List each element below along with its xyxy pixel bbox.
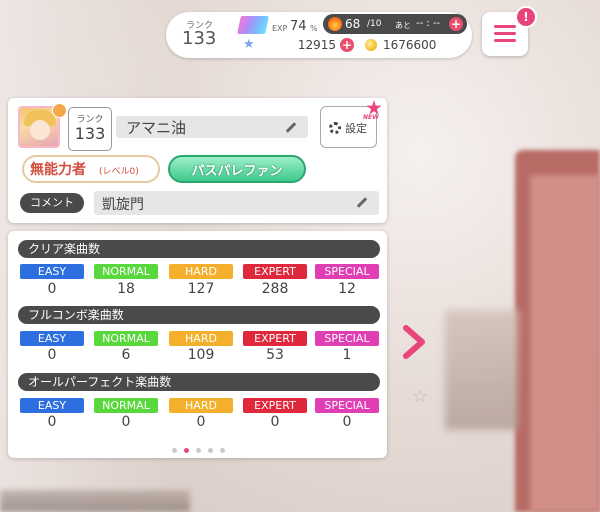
settings-label: 設定 [345, 122, 367, 135]
difficulty-hard: HARD [169, 398, 233, 413]
exp-unit: % [310, 24, 318, 33]
fc-normal-value: 6 [121, 347, 131, 363]
fc-expert-value: 53 [266, 347, 284, 363]
difficulty-special: SPECIAL [315, 398, 379, 413]
page-dot-4[interactable] [208, 448, 213, 453]
page-dot-5[interactable] [220, 448, 225, 453]
live-boost-max: /10 [367, 19, 382, 29]
fc-special-value: 1 [342, 347, 352, 363]
clear-normal-value: 18 [117, 281, 135, 297]
comment-label: コメント [20, 193, 84, 213]
menu-alert-badge: ! [515, 6, 537, 28]
profile-rank-value: 133 [74, 124, 106, 143]
live-boost-plus-button[interactable]: + [449, 17, 463, 31]
ap-normal-value: 0 [121, 414, 131, 430]
clear-expert-value: 288 [261, 281, 289, 297]
live-boost-timer: -- : -- [416, 18, 441, 29]
fc-hard-value: 109 [187, 347, 215, 363]
star-gem-plus-button[interactable]: + [340, 38, 354, 52]
difficulty-expert: EXPERT [243, 398, 307, 413]
clear-easy-value: 0 [47, 281, 57, 297]
coin-value: 1676600 [383, 38, 437, 52]
difficulty-easy: EASY [20, 331, 84, 346]
page-dot-1[interactable] [172, 448, 177, 453]
difficulty-hard: HARD [169, 331, 233, 346]
exp-bar [237, 16, 269, 34]
ap-easy-value: 0 [47, 414, 57, 430]
fc-easy-value: 0 [47, 347, 57, 363]
difficulty-expert: EXPERT [243, 264, 307, 279]
ap-hard-value: 0 [196, 414, 206, 430]
difficulty-special: SPECIAL [315, 331, 379, 346]
new-badge-label: NEW [363, 114, 379, 121]
difficulty-easy: EASY [20, 398, 84, 413]
star-gem-icon: ★ [243, 37, 255, 52]
difficulty-special: SPECIAL [315, 264, 379, 279]
section-header-all-perfect: オールパーフェクト楽曲数 [18, 373, 380, 391]
coin-icon [365, 39, 377, 51]
page-dot-3[interactable] [196, 448, 201, 453]
ap-special-value: 0 [342, 414, 352, 430]
title-badge-main: 無能力者 [30, 162, 86, 178]
band-badge-label: パスパレファン [191, 164, 283, 179]
difficulty-expert: EXPERT [243, 331, 307, 346]
ap-expert-value: 0 [270, 414, 280, 430]
difficulty-normal: NORMAL [94, 264, 158, 279]
difficulty-hard: HARD [169, 264, 233, 279]
next-page-arrow-icon[interactable] [398, 322, 428, 362]
fire-icon [328, 17, 342, 31]
clear-special-value: 12 [338, 281, 356, 297]
clear-hard-value: 127 [187, 281, 215, 297]
section-header-clear: クリア楽曲数 [18, 240, 380, 258]
gear-icon [329, 122, 341, 134]
decorative-star-icon: ☆ [412, 386, 429, 407]
rank-value: 133 [182, 28, 217, 49]
title-badge-sub: (レベル0) [99, 167, 139, 177]
difficulty-easy: EASY [20, 264, 84, 279]
star-gem-value: 12915 [297, 38, 336, 52]
profile-rank-box: ランク 133 [68, 107, 112, 151]
difficulty-normal: NORMAL [94, 398, 158, 413]
player-name: アマニ油 [126, 119, 187, 137]
menu-icon [494, 25, 516, 46]
exp-label: EXP [272, 24, 288, 33]
live-boost-ato: あと [395, 21, 411, 30]
difficulty-normal: NORMAL [94, 331, 158, 346]
section-header-full-combo: フルコンボ楽曲数 [18, 306, 380, 324]
comment-text: 凱旋門 [102, 197, 144, 213]
page-dot-2[interactable] [184, 448, 189, 453]
live-boost-value: 68 [345, 17, 361, 31]
exp-value: 74 [290, 19, 307, 34]
attribute-icon [52, 103, 67, 118]
